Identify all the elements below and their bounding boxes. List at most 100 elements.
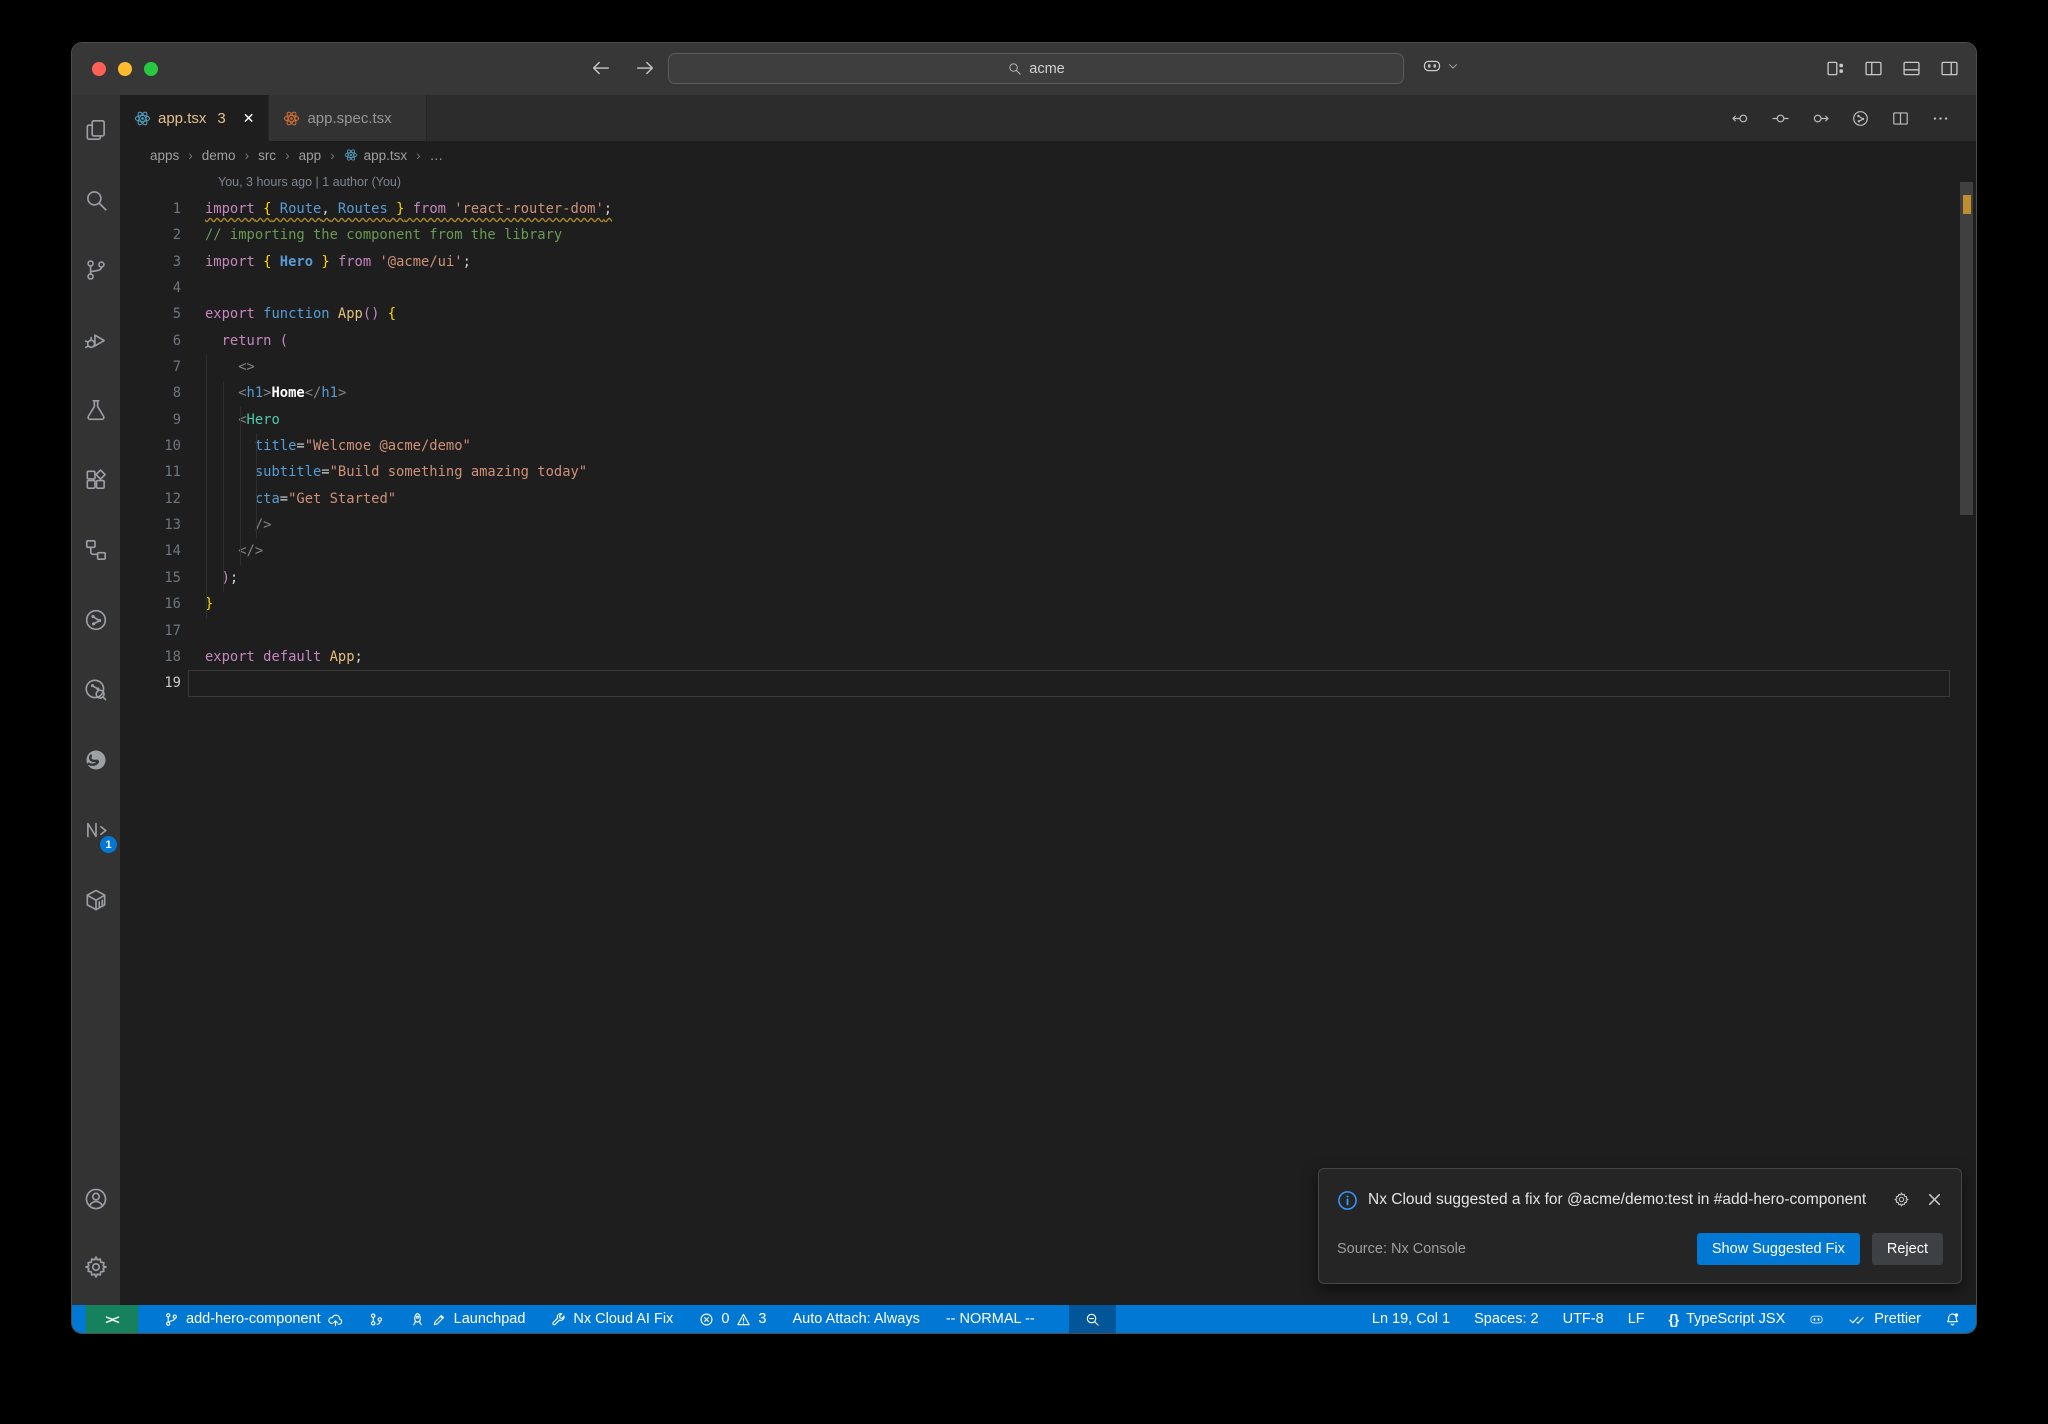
status-auto-attach[interactable]: Auto Attach: Always [792,1305,919,1333]
status-vim-mode[interactable]: -- NORMAL -- [946,1305,1035,1333]
status-problems[interactable]: 03 [699,1305,766,1333]
line-content: /> [205,517,272,534]
nav-forward-icon[interactable] [1811,109,1830,128]
minimize-window-button[interactable] [118,62,132,76]
source-control-icon [83,257,109,283]
more-actions-icon[interactable] [1931,109,1950,128]
code-line[interactable]: 15 ); [120,565,1976,591]
history-forward-icon[interactable] [634,57,656,79]
maximize-window-button[interactable] [144,62,158,76]
toggle-sidebar-icon[interactable] [1863,58,1884,79]
status-formatter[interactable]: Prettier [1848,1305,1921,1333]
code-line[interactable]: 19 [120,670,1976,697]
nav-position-icon[interactable] [1771,109,1790,128]
code-line[interactable]: 9 <Hero [120,407,1976,433]
status-commit-graph[interactable] [369,1305,384,1333]
code-line[interactable]: 3 import { Hero } from '@acme/ui'; [120,249,1976,275]
notification-toast: Nx Cloud suggested a fix for @acme/demo:… [1318,1167,1962,1284]
toggle-panel-icon[interactable] [1901,58,1922,79]
breadcrumb-separator: › [188,147,193,163]
graph-circle-icon [83,607,109,633]
split-editor-icon[interactable] [1891,109,1910,128]
activity-settings[interactable] [72,1233,120,1301]
status-cursor-position[interactable]: Ln 19, Col 1 [1372,1305,1450,1333]
breadcrumb-item[interactable]: demo [202,148,236,163]
code-line[interactable]: 10 title="Welcmoe @acme/demo" [120,433,1976,459]
code-line[interactable]: 14 </> [120,538,1976,564]
status-language-mode[interactable]: {} TypeScript JSX [1669,1305,1786,1333]
code-line[interactable]: 18 export default App; [120,644,1976,670]
info-icon [1337,1190,1358,1211]
status-encoding[interactable]: UTF-8 [1563,1305,1604,1333]
activity-nx-console[interactable]: 1 [72,795,120,865]
search-icon [83,187,109,213]
breadcrumb-more[interactable]: … [430,148,444,163]
activity-extensions[interactable] [72,445,120,515]
status-remote[interactable]: >< [86,1305,138,1333]
line-content [205,670,1976,696]
copilot-menu[interactable] [1422,56,1460,76]
breadcrumb-separator: › [285,147,290,163]
code-line[interactable]: 4 [120,275,1976,301]
activity-explorer[interactable] [72,95,120,165]
run-target-icon[interactable] [1851,109,1870,128]
code-line[interactable]: 12 cta="Get Started" [120,486,1976,512]
activity-search[interactable] [72,165,120,235]
line-number: 14 [164,543,181,560]
status-copilot[interactable] [1809,1305,1824,1333]
tab-app.tsx[interactable]: app.tsx 3 ✕ [120,95,270,141]
code-line[interactable]: 5 export function App() { [120,301,1976,327]
copilot-icon [1809,1312,1824,1327]
scrollbar-thumb[interactable] [1960,182,1973,515]
activity-graph-explorer[interactable] [72,655,120,725]
code-line[interactable]: 6 return ( [120,328,1976,354]
code-line[interactable]: 17 [120,618,1976,644]
status-nx-cloud-ai-fix[interactable]: Nx Cloud AI Fix [551,1305,673,1333]
code-line[interactable]: 7 <> [120,354,1976,380]
nav-back-icon[interactable] [1731,109,1750,128]
activity-testing[interactable] [72,375,120,445]
editor-scrollbar[interactable] [1956,169,1976,1305]
breadcrumb-item[interactable]: app [299,148,322,163]
activity-accounts[interactable] [72,1165,120,1233]
status-git-branch[interactable]: add-hero-component [164,1305,343,1333]
notification-settings-icon[interactable] [1893,1191,1910,1208]
code-line[interactable]: 8 <h1>Home</h1> [120,380,1976,406]
breadcrumb-item[interactable]: src [258,148,276,163]
breadcrumb-filename: app.tsx [363,147,408,163]
react-icon [344,148,358,162]
tab-app.spec.tsx[interactable]: app.spec.tsx [269,95,427,141]
activity-run-and-debug[interactable] [72,305,120,375]
code-line[interactable]: 2 // importing the component from the lib… [120,222,1976,248]
history-back-icon[interactable] [590,57,612,79]
toggle-secondary-sidebar-icon[interactable] [1939,58,1960,79]
status-zoom-indicator[interactable] [1068,1305,1116,1333]
status-indentation[interactable]: Spaces: 2 [1474,1305,1539,1333]
braces-icon: {} [1668,1311,1680,1327]
activity-package-explorer[interactable] [72,865,120,935]
activity-project-graph[interactable] [72,585,120,655]
status-launchpad[interactable]: Launchpad [410,1305,525,1333]
indent-guide [256,433,257,539]
customize-layout-icon[interactable] [1825,58,1846,79]
line-number: 17 [164,622,181,639]
status-notifications[interactable] [1945,1305,1960,1333]
code-line[interactable]: 1 import { Route, Routes } from 'react-ro… [120,196,1976,222]
activity-edge-tools[interactable] [72,725,120,795]
show-suggested-fix-button[interactable]: Show Suggested Fix [1696,1233,1860,1265]
close-tab-icon[interactable]: ✕ [243,110,255,127]
code-line[interactable]: 16} [120,591,1976,617]
activity-project-details[interactable] [72,515,120,585]
code-line[interactable]: 11 subtitle="Build something amazing tod… [120,459,1976,485]
command-center-search[interactable]: acme [668,53,1404,84]
breadcrumb-item[interactable]: apps [150,148,179,163]
activity-source-control[interactable] [72,235,120,305]
reject-button[interactable]: Reject [1871,1233,1943,1265]
notification-close-icon[interactable] [1926,1191,1943,1208]
code-line[interactable]: 13 /> [120,512,1976,538]
status-eol[interactable]: LF [1628,1305,1645,1333]
breadcrumb-file[interactable]: app.tsx [344,147,408,163]
close-window-button[interactable] [92,62,106,76]
code-editor[interactable]: You, 3 hours ago | 1 author (You) 1 impor… [120,169,1976,1305]
tab-problems-badge: 3 [217,109,226,127]
